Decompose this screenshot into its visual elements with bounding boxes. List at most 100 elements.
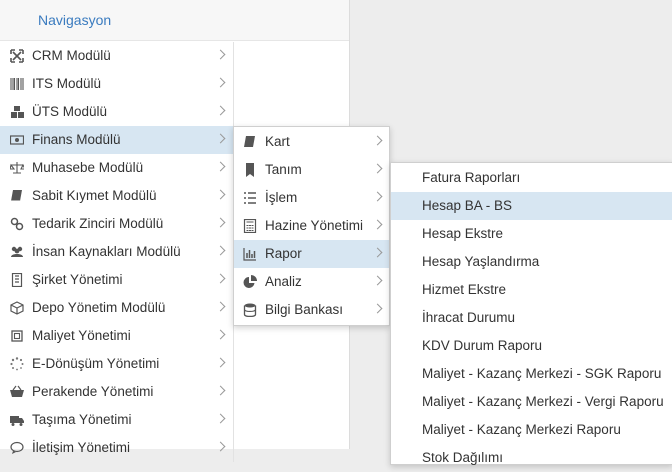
submenu-item-label: Bilgi Bankası xyxy=(265,302,344,317)
menu-item-its[interactable]: ITS Modülü xyxy=(0,70,233,98)
chevron-right-icon xyxy=(215,133,226,144)
building-icon xyxy=(10,273,24,287)
menu-item-label: Taşıma Yönetimi xyxy=(32,412,132,427)
truck-icon xyxy=(10,413,24,427)
menu-item-label: ITS Modülü xyxy=(32,76,102,91)
menu-item-label: Finans Modülü xyxy=(32,132,121,147)
menu-item-sabit-kiymet[interactable]: Sabit Kıymet Modülü xyxy=(0,182,233,210)
rapor-item-sgk-raporu[interactable]: Maliyet - Kazanç Merkezi - SGK Raporu xyxy=(391,360,672,388)
chevron-right-icon xyxy=(372,303,383,314)
submenu-item-label: İşlem xyxy=(265,190,298,205)
menu-item-depo[interactable]: Depo Yönetim Modülü xyxy=(0,294,233,322)
chevron-right-icon xyxy=(372,191,383,202)
rapor-item-fatura-raporlari[interactable]: Fatura Raporları xyxy=(391,164,672,192)
basket-icon xyxy=(10,385,24,399)
menu-item-sirket[interactable]: Şirket Yönetimi xyxy=(0,266,233,294)
rapor-item-hesap-ba-bs[interactable]: Hesap BA - BS xyxy=(391,192,672,220)
submenu-item-bilgi-bankasi[interactable]: Bilgi Bankası xyxy=(234,296,389,324)
spinner-icon xyxy=(10,357,24,371)
chevron-right-icon xyxy=(215,49,226,60)
rapor-item-ihracat-durumu[interactable]: İhracat Durumu xyxy=(391,304,672,332)
users-icon xyxy=(10,245,24,259)
scale-icon xyxy=(10,161,24,175)
submenu-item-kart[interactable]: Kart xyxy=(234,128,389,156)
chevron-right-icon xyxy=(215,385,226,396)
database-icon xyxy=(243,303,257,317)
barcode-icon xyxy=(10,77,24,91)
submenu-item-hazine[interactable]: Hazine Yönetimi xyxy=(234,212,389,240)
menu-item-tasima[interactable]: Taşıma Yönetimi xyxy=(0,406,233,434)
menu-item-label: Maliyet Yönetimi xyxy=(32,328,131,343)
menu-item-label: ÜTS Modülü xyxy=(32,104,108,119)
money-icon xyxy=(10,133,24,147)
menu-item-muhasebe[interactable]: Muhasebe Modülü xyxy=(0,154,233,182)
chevron-right-icon xyxy=(215,189,226,200)
pie-chart-icon xyxy=(243,275,257,289)
chevron-right-icon xyxy=(215,329,226,340)
chevron-right-icon xyxy=(215,77,226,88)
book-icon xyxy=(243,135,257,149)
menu-item-label: Perakende Yönetimi xyxy=(32,384,154,399)
chevron-right-icon xyxy=(372,163,383,174)
menu-item-iletisim[interactable]: İletişim Yönetimi xyxy=(0,434,233,462)
menu-item-finans[interactable]: Finans Modülü xyxy=(0,126,233,154)
menu-item-label: E-Dönüşüm Yönetimi xyxy=(32,356,160,371)
finans-submenu: Kart Tanım İşlem Hazine Yönetimi Rapor A xyxy=(233,126,390,326)
main-menu: CRM Modülü ITS Modülü ÜTS Modülü Finans … xyxy=(0,42,234,462)
nav-title: Navigasyon xyxy=(0,0,349,41)
rapor-item-kazanc-merkezi[interactable]: Maliyet - Kazanç Merkezi Raporu xyxy=(391,416,672,444)
crop-icon xyxy=(10,329,24,343)
chevron-right-icon xyxy=(215,245,226,256)
rapor-item-hesap-ekstre[interactable]: Hesap Ekstre xyxy=(391,220,672,248)
submenu-item-rapor[interactable]: Rapor xyxy=(234,240,389,268)
chevron-right-icon xyxy=(372,247,383,258)
menu-item-insan-kaynaklari[interactable]: İnsan Kaynakları Modülü xyxy=(0,238,233,266)
menu-item-perakende[interactable]: Perakende Yönetimi xyxy=(0,378,233,406)
submenu-item-label: Hazine Yönetimi xyxy=(265,218,364,233)
chevron-right-icon xyxy=(372,219,383,230)
chevron-right-icon xyxy=(215,301,226,312)
menu-item-label: Depo Yönetim Modülü xyxy=(32,300,166,315)
chevron-right-icon xyxy=(215,357,226,368)
menu-item-label: İnsan Kaynakları Modülü xyxy=(32,244,181,259)
chevron-right-icon xyxy=(372,135,383,146)
chevron-right-icon xyxy=(215,161,226,172)
submenu-item-label: Kart xyxy=(265,134,290,149)
chevron-right-icon xyxy=(372,275,383,286)
chat-icon xyxy=(10,441,24,455)
list-icon xyxy=(243,191,257,205)
cubes-icon xyxy=(10,105,24,119)
chevron-right-icon xyxy=(215,217,226,228)
submenu-item-analiz[interactable]: Analiz xyxy=(234,268,389,296)
calculator-icon xyxy=(243,219,257,233)
menu-item-maliyet[interactable]: Maliyet Yönetimi xyxy=(0,322,233,350)
rapor-item-kdv-durum[interactable]: KDV Durum Raporu xyxy=(391,332,672,360)
menu-item-label: Sabit Kıymet Modülü xyxy=(32,188,157,203)
menu-item-e-donusum[interactable]: E-Dönüşüm Yönetimi xyxy=(0,350,233,378)
menu-item-label: CRM Modülü xyxy=(32,48,111,63)
crm-icon xyxy=(10,49,24,63)
menu-item-tedarik[interactable]: Tedarik Zinciri Modülü xyxy=(0,210,233,238)
submenu-item-tanim[interactable]: Tanım xyxy=(234,156,389,184)
chevron-right-icon xyxy=(215,273,226,284)
book-icon xyxy=(10,189,24,203)
menu-item-label: Şirket Yönetimi xyxy=(32,272,123,287)
rapor-item-stok-dagilimi[interactable]: Stok Dağılımı xyxy=(391,444,672,472)
rapor-submenu: Fatura Raporları Hesap BA - BS Hesap Eks… xyxy=(390,162,672,465)
submenu-item-label: Analiz xyxy=(265,274,302,289)
menu-item-uts[interactable]: ÜTS Modülü xyxy=(0,98,233,126)
chevron-right-icon xyxy=(215,441,226,452)
submenu-item-label: Tanım xyxy=(265,162,302,177)
bookmark-icon xyxy=(243,163,257,177)
menu-item-crm[interactable]: CRM Modülü xyxy=(0,42,233,70)
rapor-item-vergi-raporu[interactable]: Maliyet - Kazanç Merkezi - Vergi Raporu xyxy=(391,388,672,416)
link-icon xyxy=(10,217,24,231)
chevron-right-icon xyxy=(215,413,226,424)
submenu-item-label: Rapor xyxy=(265,246,302,261)
box-icon xyxy=(10,301,24,315)
rapor-item-hizmet-ekstre[interactable]: Hizmet Ekstre xyxy=(391,276,672,304)
rapor-item-hesap-yaslandirma[interactable]: Hesap Yaşlandırma xyxy=(391,248,672,276)
bar-chart-icon xyxy=(243,247,257,261)
menu-item-label: Tedarik Zinciri Modülü xyxy=(32,216,164,231)
submenu-item-islem[interactable]: İşlem xyxy=(234,184,389,212)
